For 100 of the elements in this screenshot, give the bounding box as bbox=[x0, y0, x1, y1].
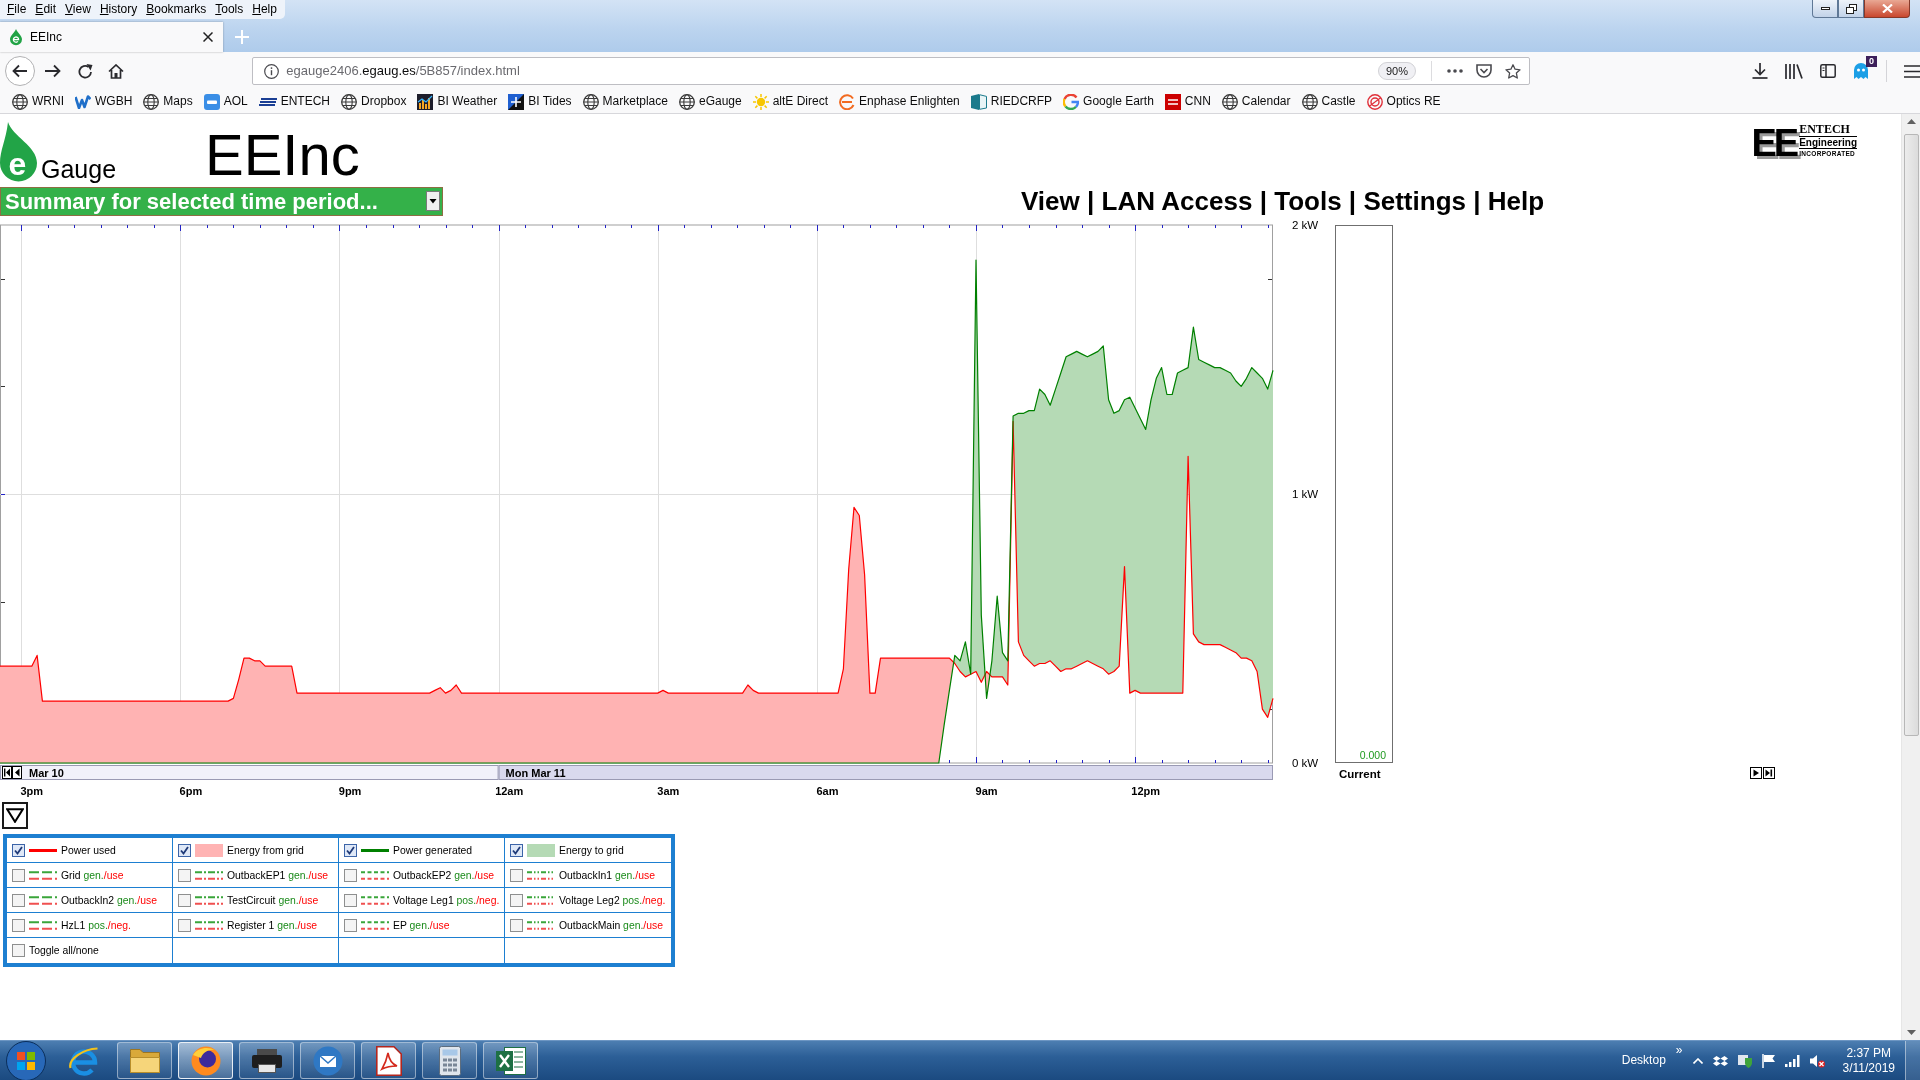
checkbox[interactable] bbox=[510, 843, 523, 857]
scrollbar[interactable] bbox=[1901, 114, 1920, 1040]
bookmark[interactable]: WGBH bbox=[75, 94, 133, 109]
nav-link[interactable]: LAN Access bbox=[1101, 186, 1253, 216]
nav-link[interactable]: Settings bbox=[1363, 186, 1466, 216]
bookmark[interactable]: Calendar bbox=[1221, 93, 1291, 110]
nav-link[interactable]: Tools bbox=[1274, 186, 1342, 216]
checkbox[interactable] bbox=[178, 918, 191, 932]
bookmark[interactable]: eGauge bbox=[678, 93, 742, 110]
bar-chart-tile-icon bbox=[417, 93, 434, 110]
axis-label: 1 kW bbox=[1292, 488, 1319, 500]
chevron-text[interactable]: » bbox=[1675, 1042, 1683, 1057]
bookmark[interactable]: altE Direct bbox=[752, 93, 828, 110]
tick-label: 6pm bbox=[179, 785, 203, 797]
flag-icon[interactable] bbox=[1761, 1053, 1775, 1068]
last-page-icon[interactable] bbox=[1763, 767, 1775, 779]
library-icon[interactable] bbox=[1785, 63, 1803, 79]
back-icon[interactable] bbox=[5, 56, 35, 86]
next-page-icon[interactable] bbox=[1750, 767, 1762, 779]
previous-page-icon[interactable] bbox=[12, 766, 22, 779]
reload-icon[interactable] bbox=[78, 63, 93, 79]
shield-icon[interactable] bbox=[1737, 1053, 1752, 1068]
bookmark[interactable]: ENTECH bbox=[258, 94, 331, 109]
taskbar-button[interactable] bbox=[300, 1042, 355, 1079]
checkbox[interactable] bbox=[344, 843, 357, 857]
globe-icon bbox=[12, 93, 28, 110]
bookmark[interactable]: Dropbox bbox=[341, 93, 407, 110]
menu-item[interactable]: History bbox=[95, 0, 143, 19]
zoom-level-button[interactable]: 90% bbox=[1377, 62, 1416, 80]
bookmark[interactable]: AOL bbox=[203, 93, 248, 110]
sidebar-icon[interactable] bbox=[1820, 64, 1836, 78]
bookmark[interactable]: CNN bbox=[1164, 93, 1211, 110]
diamonds-icon[interactable] bbox=[1712, 1055, 1728, 1066]
taskbar-button[interactable] bbox=[361, 1042, 416, 1079]
bookmark[interactable]: Enphase Enlighten bbox=[839, 93, 960, 110]
dashed-lines-icon bbox=[361, 895, 389, 905]
menu-item[interactable]: Bookmarks bbox=[142, 0, 212, 19]
home-icon[interactable] bbox=[108, 63, 124, 79]
ghost-icon[interactable] bbox=[1853, 62, 1869, 80]
start-button[interactable] bbox=[6, 1040, 46, 1080]
bookmark[interactable]: Maps bbox=[143, 93, 193, 110]
checkbox[interactable] bbox=[178, 843, 191, 857]
taskbar-button[interactable] bbox=[422, 1042, 477, 1079]
minimize-button[interactable] bbox=[1812, 0, 1838, 18]
download-icon[interactable] bbox=[1752, 63, 1768, 79]
chevron-up-icon[interactable] bbox=[1692, 1057, 1703, 1064]
checkbox[interactable] bbox=[510, 893, 523, 907]
close-icon[interactable] bbox=[203, 32, 213, 42]
checkbox[interactable] bbox=[12, 893, 25, 907]
info-icon[interactable] bbox=[264, 63, 280, 79]
menu-icon[interactable] bbox=[1904, 64, 1920, 78]
tick-label: 12pm bbox=[1131, 785, 1161, 797]
checkbox[interactable] bbox=[12, 868, 25, 882]
checkbox[interactable] bbox=[178, 893, 191, 907]
bookmark[interactable]: Marketplace bbox=[582, 93, 668, 110]
legend-label: OutbackEP1 gen./use bbox=[227, 868, 329, 882]
menu-item[interactable]: Edit bbox=[31, 0, 62, 19]
bookmark[interactable]: BI Tides bbox=[508, 93, 572, 110]
scroll-down-icon[interactable] bbox=[1906, 1030, 1916, 1035]
checkbox[interactable] bbox=[344, 868, 357, 882]
pocket-icon[interactable] bbox=[1476, 63, 1492, 79]
checkbox[interactable] bbox=[178, 868, 191, 882]
bookmark[interactable]: RIEDCRFP bbox=[970, 93, 1053, 110]
forward-icon[interactable] bbox=[45, 64, 61, 78]
browser-tab[interactable]: EEInc bbox=[0, 22, 223, 52]
speaker-muted-icon[interactable] bbox=[1809, 1053, 1825, 1068]
menu-item[interactable]: File bbox=[3, 0, 32, 19]
checkbox[interactable] bbox=[12, 843, 25, 857]
bookmark[interactable]: Google Earth bbox=[1063, 93, 1154, 110]
bookmark[interactable]: Castle bbox=[1301, 93, 1356, 110]
bookmark[interactable]: Optics RE bbox=[1366, 93, 1441, 110]
menu-item[interactable]: Help bbox=[248, 0, 282, 19]
toolbar-label[interactable]: Desktop bbox=[1621, 1053, 1666, 1068]
checkbox[interactable] bbox=[344, 893, 357, 907]
checkbox[interactable] bbox=[510, 868, 523, 882]
restore-button[interactable] bbox=[1838, 0, 1864, 18]
show-desktop-button[interactable] bbox=[1905, 1040, 1920, 1080]
checkbox[interactable] bbox=[344, 918, 357, 932]
bookmark[interactable]: BI Weather bbox=[417, 93, 498, 110]
menu-item[interactable]: Tools bbox=[211, 0, 249, 19]
scrollbar-thumb[interactable] bbox=[1903, 134, 1919, 736]
first-page-icon[interactable] bbox=[2, 766, 12, 779]
close-button[interactable] bbox=[1864, 0, 1910, 18]
checkbox[interactable] bbox=[12, 944, 25, 957]
checkbox[interactable] bbox=[510, 918, 523, 932]
scroll-up-icon[interactable] bbox=[1906, 119, 1916, 124]
collapse-button[interactable] bbox=[2, 802, 28, 829]
signal-icon[interactable] bbox=[1784, 1054, 1800, 1067]
address-field[interactable]: egauge2406.egaug.es/5B857/index.html 90% bbox=[252, 57, 1530, 85]
taskbar-button[interactable] bbox=[178, 1042, 233, 1079]
menu-item[interactable]: View bbox=[61, 0, 96, 19]
nav-link[interactable]: Help bbox=[1487, 186, 1545, 216]
more-icon[interactable] bbox=[1447, 69, 1463, 73]
nav-link[interactable]: View bbox=[1021, 186, 1080, 216]
star-icon[interactable] bbox=[1505, 63, 1521, 79]
taskbar-button[interactable] bbox=[483, 1042, 538, 1079]
brand-mark: EE bbox=[1751, 123, 1797, 163]
checkbox[interactable] bbox=[12, 918, 25, 932]
taskbar-button[interactable] bbox=[239, 1042, 294, 1079]
bookmark[interactable]: WRNI bbox=[12, 93, 64, 110]
